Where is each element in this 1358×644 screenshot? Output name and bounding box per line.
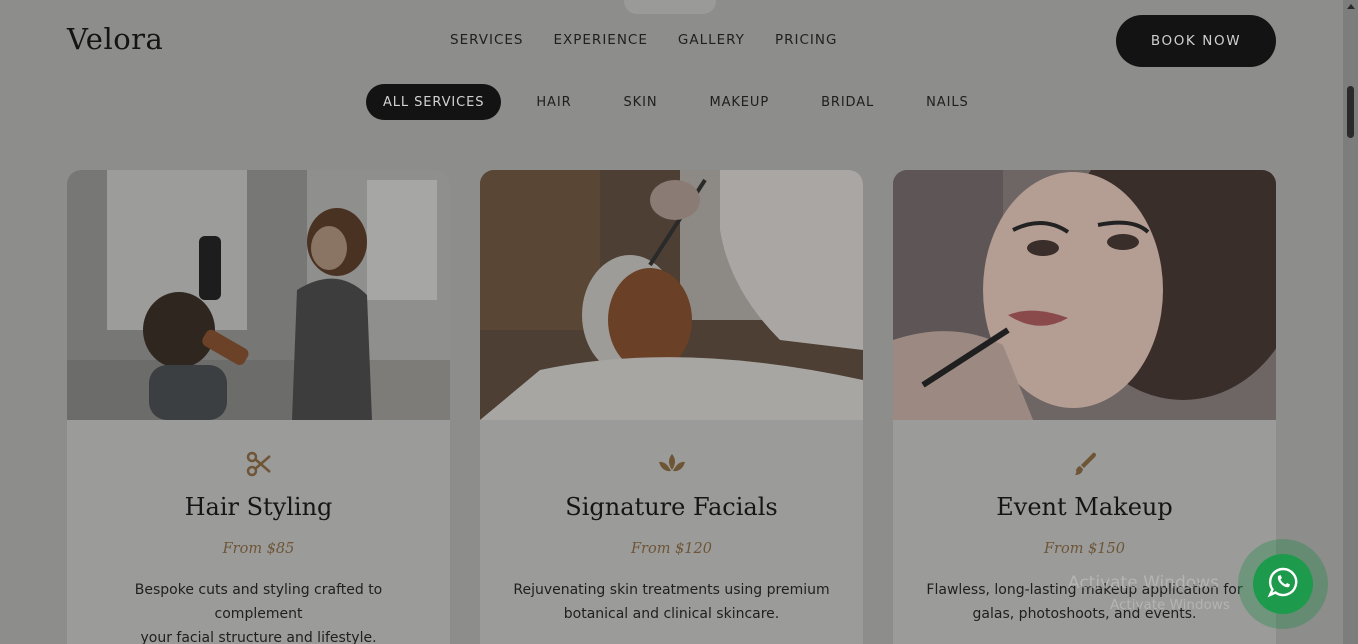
brush-icon (893, 450, 1276, 478)
filter-all-services[interactable]: ALL SERVICES (366, 84, 502, 120)
service-card-facials[interactable]: Signature Facials From $120 Rejuvenating… (480, 170, 863, 644)
whatsapp-icon (1267, 566, 1299, 602)
card-description-line: Rejuvenating skin treatments using premi… (513, 582, 830, 598)
book-now-button[interactable]: BOOK NOW (1116, 15, 1276, 67)
nav-experience[interactable]: EXPERIENCE (553, 32, 647, 48)
filter-nails[interactable]: NAILS (909, 84, 985, 120)
makeup-photo (893, 170, 1276, 420)
card-description: Rejuvenating skin treatments using premi… (510, 578, 833, 626)
filter-hair[interactable]: HAIR (519, 84, 588, 120)
lotus-icon (480, 450, 863, 478)
scissors-icon (67, 450, 450, 478)
facial-photo (480, 170, 863, 420)
hair-styling-photo (67, 170, 450, 420)
filter-skin[interactable]: SKIN (607, 84, 675, 120)
scroll-up-arrow-icon[interactable] (1347, 4, 1355, 9)
nav-services[interactable]: SERVICES (450, 32, 523, 48)
main-nav: SERVICES EXPERIENCE GALLERY PRICING (450, 32, 867, 48)
card-description-line: your facial structure and lifestyle. (140, 630, 377, 644)
card-title: Hair Styling (184, 493, 333, 521)
filter-bridal[interactable]: BRIDAL (804, 84, 891, 120)
card-description: Bespoke cuts and styling crafted to comp… (97, 578, 420, 644)
top-handle (624, 0, 716, 14)
card-price: From $85 (222, 541, 295, 557)
card-title: Event Makeup (996, 493, 1173, 521)
service-card-hair[interactable]: Hair Styling From $85 Bespoke cuts and s… (67, 170, 450, 644)
card-price: From $150 (1044, 541, 1125, 557)
windows-activation-watermark: Activate Windows Activate Windows (1068, 572, 1230, 616)
card-title: Signature Facials (565, 493, 778, 521)
page-overlay: Velora SERVICES EXPERIENCE GALLERY PRICI… (0, 0, 1343, 644)
card-description-line: Bespoke cuts and styling crafted to comp… (134, 582, 383, 622)
filter-makeup[interactable]: MAKEUP (692, 84, 786, 120)
card-price: From $120 (631, 541, 712, 557)
watermark-line: Activate Windows (1110, 597, 1230, 613)
card-description-line: botanical and clinical skincare. (563, 606, 780, 622)
brand-logo[interactable]: Velora (67, 22, 163, 56)
watermark-line: Activate Windows (1068, 573, 1219, 593)
scroll-thumb[interactable] (1347, 86, 1354, 138)
whatsapp-button[interactable] (1253, 554, 1313, 614)
nav-gallery[interactable]: GALLERY (678, 32, 745, 48)
service-filters: ALL SERVICES HAIR SKIN MAKEUP BRIDAL NAI… (366, 84, 1004, 120)
nav-pricing[interactable]: PRICING (775, 32, 837, 48)
page-scrollbar[interactable] (1343, 0, 1358, 644)
